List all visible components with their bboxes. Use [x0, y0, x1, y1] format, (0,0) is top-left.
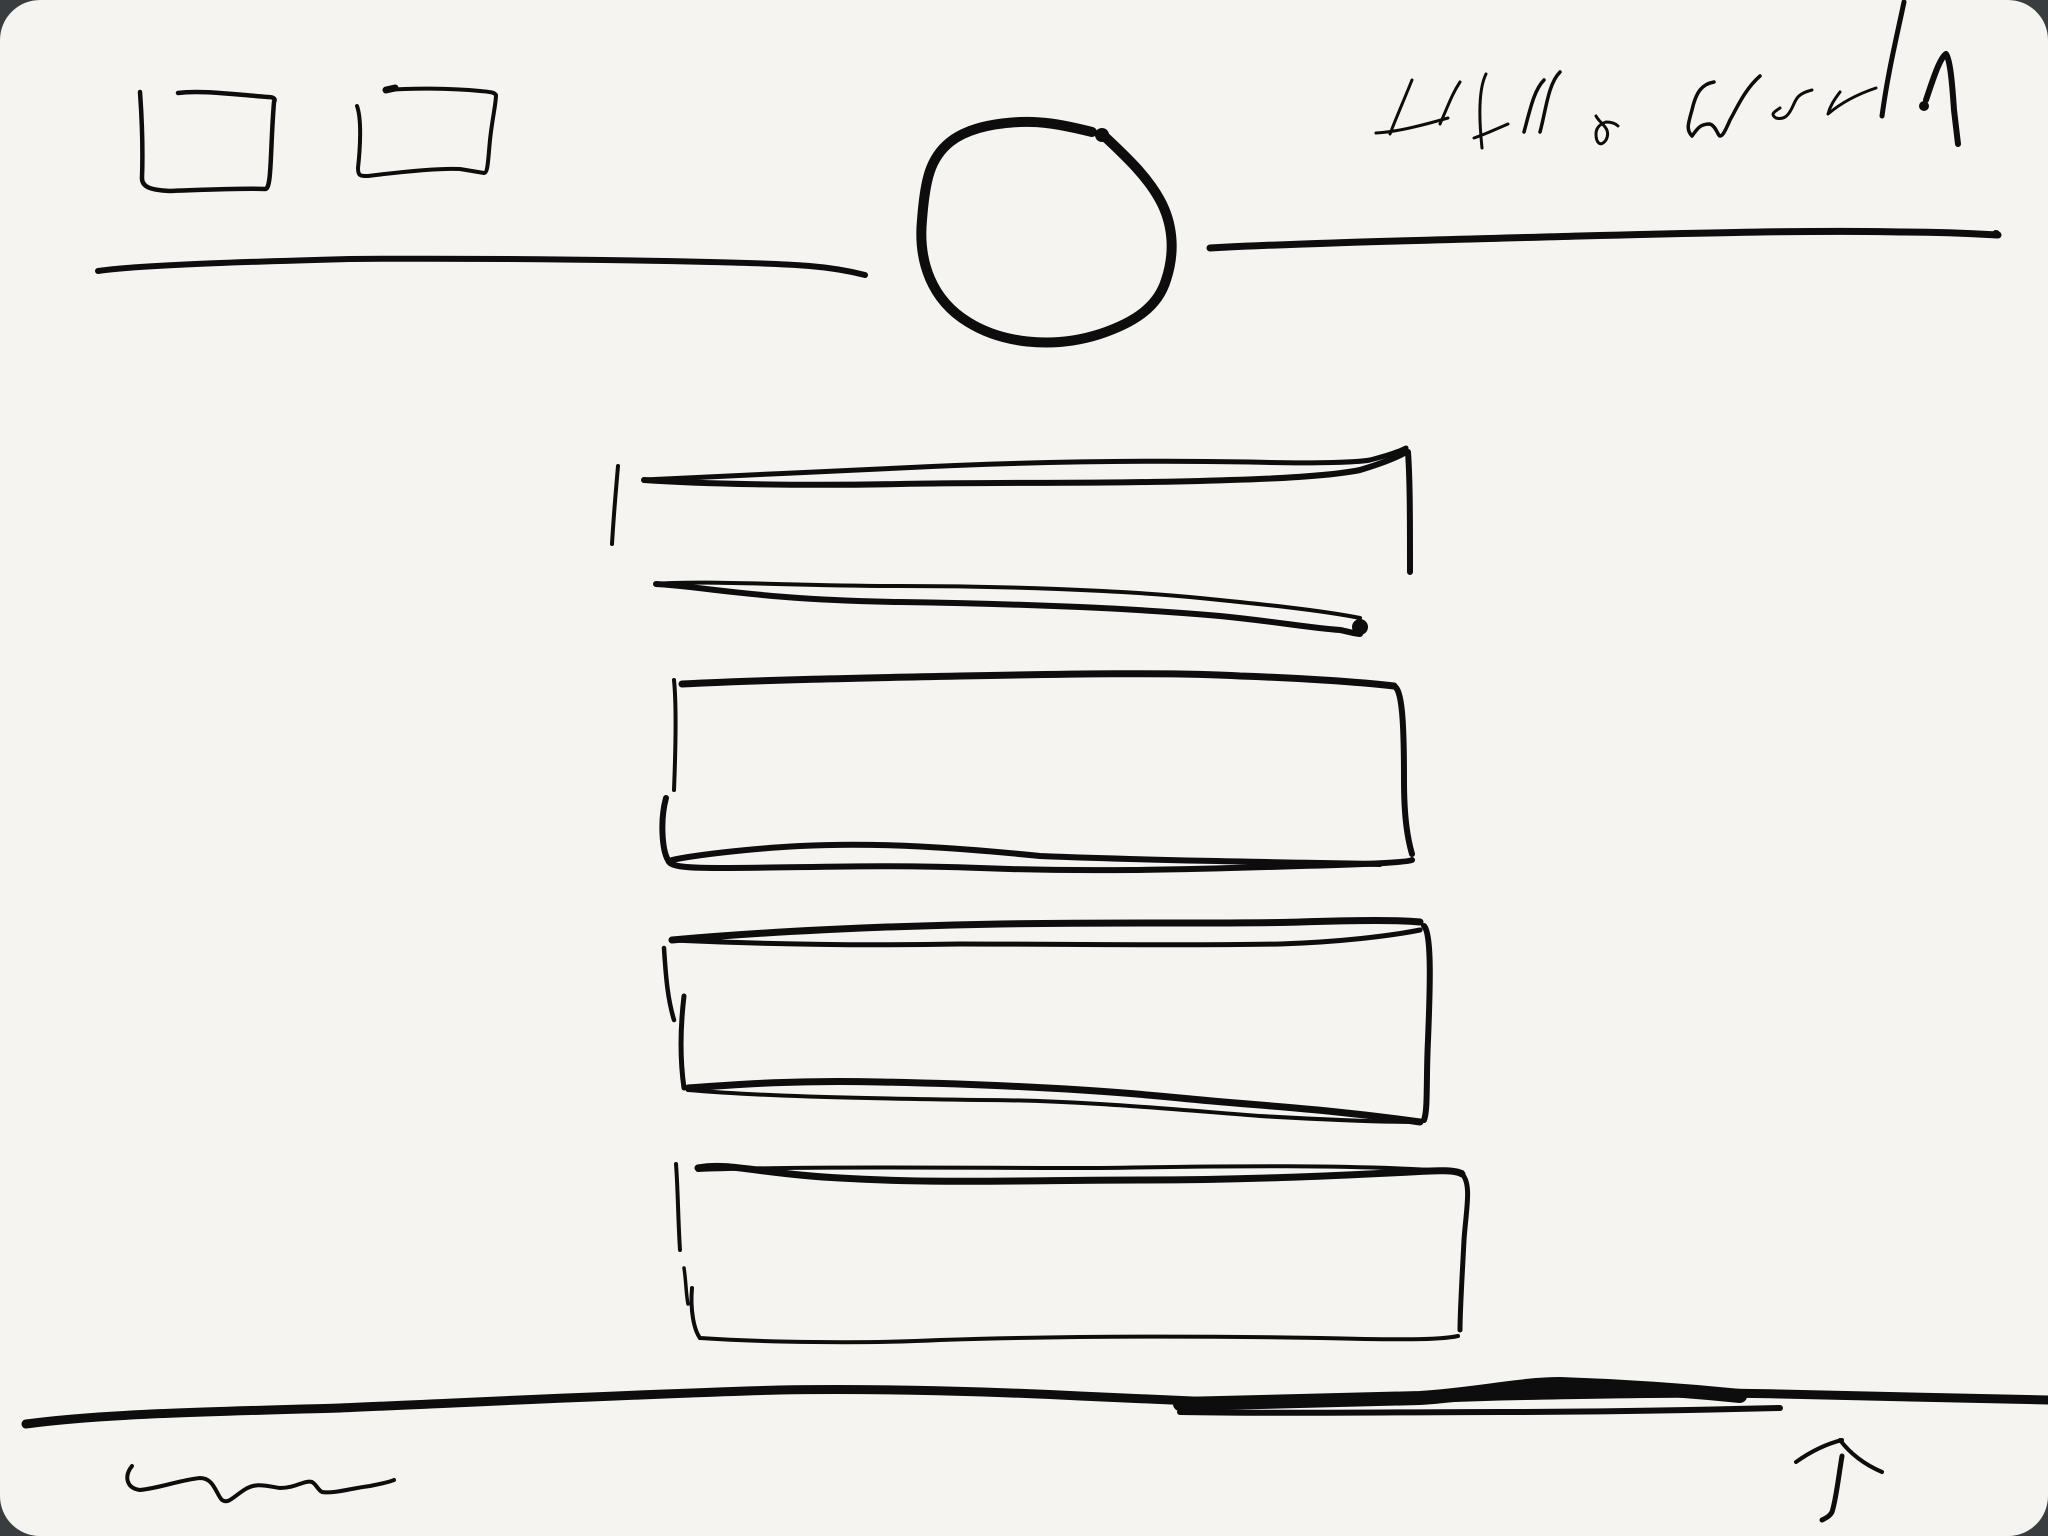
wireframe-sketch — [21, 0, 2048, 1523]
card-placeholder-2[interactable] — [661, 917, 1433, 1126]
header-left-rule — [95, 255, 868, 278]
avatar-circle-icon[interactable] — [916, 116, 1177, 348]
title-placeholder — [610, 445, 1413, 637]
header-right-rule — [1206, 227, 2002, 252]
sketch-canvas — [0, 0, 2048, 1536]
footer — [21, 1377, 2048, 1523]
squiggle-icon[interactable] — [125, 1464, 396, 1504]
menu-box-icon-2[interactable] — [355, 84, 498, 178]
card-placeholder-1[interactable] — [659, 670, 1415, 874]
content-area — [610, 445, 1471, 1345]
up-arrow-icon[interactable] — [1794, 1438, 1884, 1523]
card-placeholder-3[interactable] — [674, 1162, 1471, 1345]
header — [95, 0, 2002, 348]
menu-box-icon-1[interactable] — [137, 89, 277, 194]
hello-world-handwriting — [1374, 0, 1961, 150]
